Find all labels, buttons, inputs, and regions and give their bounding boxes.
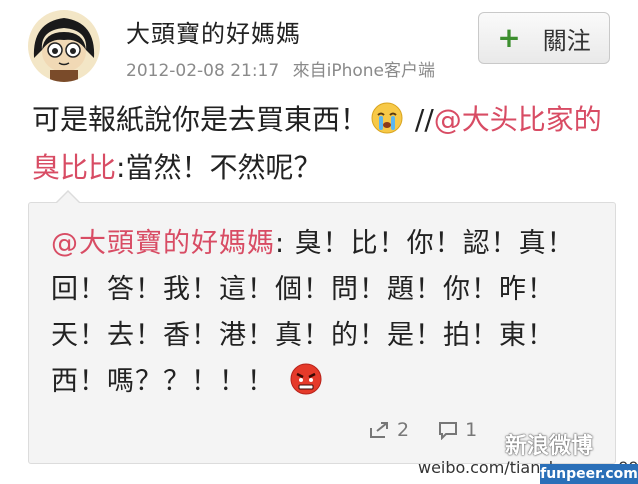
repost-button[interactable]: 2	[369, 419, 409, 441]
follow-label: 關注	[542, 26, 591, 55]
timestamp: 2012-02-08 21:17	[126, 61, 280, 81]
crying-emoji-icon	[370, 101, 404, 135]
weibo-watermark: 新浪微博	[505, 434, 594, 459]
site-watermark: funpeer.com	[540, 464, 638, 484]
comment-icon	[439, 422, 458, 440]
post-text-after: :當然！不然呢？	[116, 151, 322, 184]
avatar[interactable]	[28, 10, 100, 82]
plus-icon: +	[497, 20, 521, 54]
quote-mention-link[interactable]: @大頭寶的好媽媽	[51, 228, 275, 259]
repost-icon	[370, 422, 388, 438]
quoted-post-text: @大頭寶的好媽媽: 臭！比！你！認！真！回！答！我！這！個！問！題！你！昨！天！…	[51, 221, 591, 405]
follow-button[interactable]: + 關注	[478, 12, 610, 64]
post-meta: 2012-02-08 21:17 來自iPhone客户端	[126, 56, 435, 81]
comment-count: 1	[465, 419, 478, 441]
quoted-post[interactable]: @大頭寶的好媽媽: 臭！比！你！認！真！回！答！我！這！個！問！題！你！昨！天！…	[28, 202, 616, 464]
source-label[interactable]: 來自iPhone客户端	[293, 61, 435, 81]
post-text: 可是報紙說你是去買東西！ //@大头比家的臭比比:當然！不然呢？	[32, 96, 622, 192]
post-text-before: 可是報紙說你是去買東西！	[32, 103, 369, 136]
username[interactable]: 大頭寶的好媽媽	[126, 14, 301, 49]
quote-notch-inner	[57, 192, 79, 203]
quote-actions: 2 1	[369, 419, 477, 441]
repost-count: 2	[397, 419, 410, 441]
comment-button[interactable]: 1	[437, 419, 477, 441]
angry-emoji-icon	[289, 362, 323, 396]
post-separator: //	[406, 103, 434, 136]
